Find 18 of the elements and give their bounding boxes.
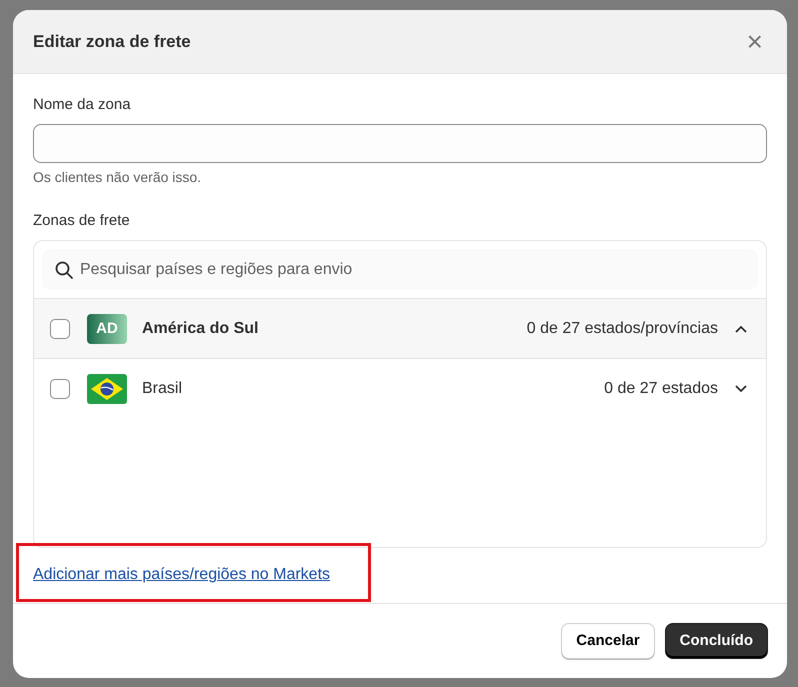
zone-name: América do Sul: [142, 318, 260, 339]
add-regions-link[interactable]: Adicionar mais países/regiões no Markets: [33, 566, 330, 584]
cancel-button[interactable]: Cancelar: [561, 622, 655, 660]
region-badge: AD: [87, 314, 127, 344]
close-button[interactable]: ×: [742, 28, 767, 56]
zone-name-field[interactable]: [33, 124, 767, 163]
state-count: 0 de 27 estados: [604, 378, 718, 399]
help-text: Os clientes não verão isso.: [33, 168, 202, 187]
state-count: 0 de 27 estados/províncias: [526, 318, 718, 339]
dialog-title: Editar zona de frete: [33, 30, 191, 53]
field-label: Nome da zona: [33, 95, 132, 115]
search-field[interactable]: Pesquisar países e regiões para envio: [42, 249, 758, 290]
section-label: Zonas de frete: [33, 211, 131, 232]
checkbox[interactable]: [50, 318, 70, 339]
flag-icon: [87, 374, 127, 404]
done-button[interactable]: Concluído: [664, 622, 768, 660]
zone-name: Brasil: [142, 378, 184, 399]
checkbox[interactable]: [50, 378, 70, 399]
